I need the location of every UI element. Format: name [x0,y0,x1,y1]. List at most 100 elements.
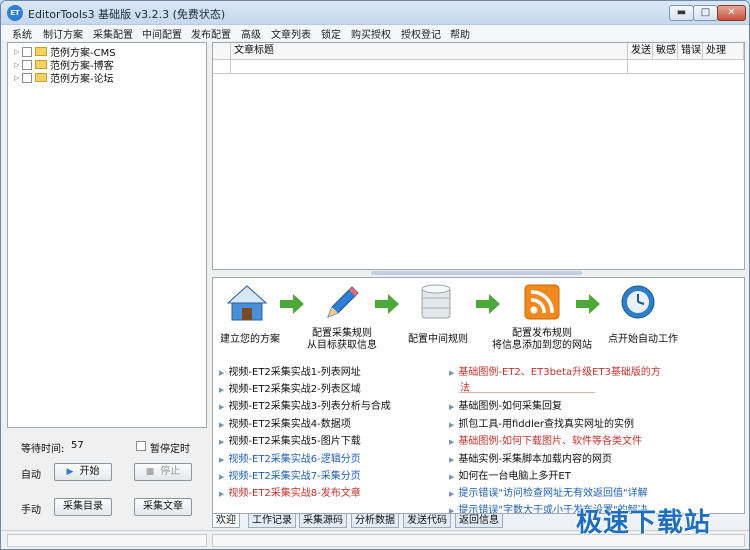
table-row[interactable] [213,60,744,74]
start-button[interactable]: ▶ 开始 [54,463,112,481]
menu-middle-config[interactable]: 中间配置 [142,26,182,41]
step-sublabel: 从目标获取信息 [307,340,377,351]
menu-help[interactable]: 帮助 [450,26,470,41]
tutorial-link[interactable]: ▶ 视频-ET2采集实战1-列表网址 [219,363,361,378]
menu-article-list[interactable]: 文章列表 [271,26,311,41]
tutorial-link[interactable]: ▶ 如何在一台电脑上多开ET [449,467,571,482]
step-sublabel: 将信息添加到您的网站 [492,340,592,351]
status-field [7,534,207,547]
tutorial-link[interactable]: ▶ 基础图例-如何采集回复 [449,397,562,412]
expand-arrow-icon[interactable]: ▷ [14,61,22,69]
folder-icon [35,73,47,82]
menu-plan[interactable]: 制订方案 [43,26,83,41]
column-header-title[interactable]: 文章标题 [231,43,628,60]
tab-return-info[interactable]: 返回信息 [455,514,503,528]
column-header-process[interactable]: 处理 [703,43,744,60]
tutorial-link[interactable]: ▶ 基础图例-ET2、ET3beta升级ET3基础版的方 [449,363,661,378]
tab-collect-source[interactable]: 采集源码 [299,514,347,528]
column-header-sensitive[interactable]: 敏感 [653,43,678,60]
link-divider [459,392,595,393]
arrow-right-icon [280,294,304,314]
folder-icon [35,60,47,69]
column-header-sent[interactable]: 发送 [628,43,653,60]
collect-article-button[interactable]: 采集文章 [134,498,192,516]
tree-checkbox[interactable] [22,46,32,57]
database-icon[interactable] [419,284,453,322]
bullet-icon: ▶ [219,456,225,464]
step-publish-rules[interactable]: 配置发布规则 将信息添加到您的网站 [489,328,595,352]
tutorial-link[interactable]: ▶ 视频-ET2采集实战7-采集分页 [219,467,361,482]
collect-directory-button[interactable]: 采集目录 [54,498,112,516]
maximize-button[interactable]: □ [693,5,718,21]
tutorial-link[interactable]: ▶ 基础实例-采集脚本加载内容的网页 [449,450,612,465]
tree-item[interactable]: ▷ 范例方案-论坛 [14,71,114,85]
tutorial-link[interactable]: ▶ 提示错误"访问检查网址无有效返回值"详解 [449,484,648,499]
menu-register-license[interactable]: 授权登记 [401,26,441,41]
expand-arrow-icon[interactable]: ▷ [14,48,22,56]
table-cell [231,60,628,74]
step-label: 点开始自动工作 [608,334,678,345]
column-header-error[interactable]: 错误 [678,43,703,60]
main-window: ET EditorTools3 基础版 v3.2.3 (免费状态) ▬ □ ✕ … [0,0,750,550]
menu-buy-license[interactable]: 购买授权 [351,26,391,41]
tutorial-link[interactable]: ▶ 视频-ET2采集实战5-图片下载 [219,432,361,447]
close-button[interactable]: ✕ [717,5,746,21]
tutorial-link[interactable]: ▶ 视频-ET2采集实战6-逻辑分页 [219,450,361,465]
pencil-icon[interactable] [322,283,362,323]
tutorial-link[interactable]: ▶ 基础图例-如何下载图片、软件等各类文件 [449,432,642,447]
table-corner [213,43,231,60]
splitter-handle[interactable] [371,271,582,275]
tree-checkbox[interactable] [22,59,32,70]
arrow-right-icon [375,294,399,314]
article-table[interactable]: 文章标题 发送 敏感 错误 处理 [212,42,745,270]
bullet-icon: ▶ [219,386,225,394]
step-create-plan[interactable]: 建立您的方案 [219,334,281,346]
bullet-icon: ▶ [449,507,455,514]
step-collect-rules[interactable]: 配置采集规则 从目标获取信息 [301,328,383,352]
pause-timer-checkbox[interactable] [136,441,146,451]
minimize-button[interactable]: ▬ [669,5,694,21]
menu-collect-config[interactable]: 采集配置 [93,26,133,41]
step-start-work[interactable]: 点开始自动工作 [605,334,681,346]
bullet-icon: ▶ [449,490,455,498]
menu-lock[interactable]: 锁定 [321,26,341,41]
bullet-icon: ▶ [449,438,455,446]
bullet-icon: ▶ [219,438,225,446]
tutorial-link[interactable]: ▶ 视频-ET2采集实战3-列表分析与合成 [219,397,391,412]
bullet-icon: ▶ [449,421,455,429]
menu-advanced[interactable]: 高级 [241,26,261,41]
home-icon[interactable] [227,284,267,322]
start-button-label: 开始 [79,466,100,477]
tab-send-code[interactable]: 发送代码 [403,514,451,528]
stop-button[interactable]: ■ 停止 [134,463,192,481]
tutorial-link[interactable]: ▶ 视频-ET2采集实战2-列表区域 [219,380,361,395]
tutorial-link[interactable]: ▶ 抓包工具-用fiddler查找真实网址的实例 [449,415,634,430]
bullet-icon: ▶ [449,403,455,411]
menu-publish-config[interactable]: 发布配置 [191,26,231,41]
tutorial-link[interactable]: ▶ 视频-ET2采集实战4-数据项 [219,415,351,430]
tab-analysis-data[interactable]: 分析数据 [351,514,399,528]
plan-tree[interactable]: ▷ 范例方案-CMS ▷ 范例方案-博客 ▷ 范例方案-论坛 [7,42,207,428]
bullet-icon: ▶ [449,456,455,464]
stop-button-label: 停止 [160,466,181,477]
tutorial-link[interactable]: ▶ 视频-ET2采集实战8-发布文章 [219,484,361,499]
row-indicator [213,60,231,74]
clock-icon[interactable] [620,284,656,320]
app-logo-icon: ET [7,5,23,21]
play-icon: ▶ [66,467,74,477]
step-middle-rules[interactable]: 配置中间规则 [403,334,473,346]
rss-icon[interactable] [524,284,560,320]
menu-system[interactable]: 系统 [12,26,32,41]
bullet-icon: ▶ [449,369,455,377]
step-label: 配置中间规则 [408,334,468,345]
bullet-icon: ▶ [219,490,225,498]
step-label: 建立您的方案 [220,334,280,345]
tab-work-log[interactable]: 工作记录 [248,514,296,528]
tree-checkbox[interactable] [22,72,32,83]
folder-icon [35,47,47,56]
tab-welcome[interactable]: 欢迎 [212,514,240,528]
arrow-right-icon [576,294,600,314]
expand-arrow-icon[interactable]: ▷ [14,74,22,82]
stop-icon: ■ [145,467,155,477]
bullet-icon: ▶ [219,369,225,377]
